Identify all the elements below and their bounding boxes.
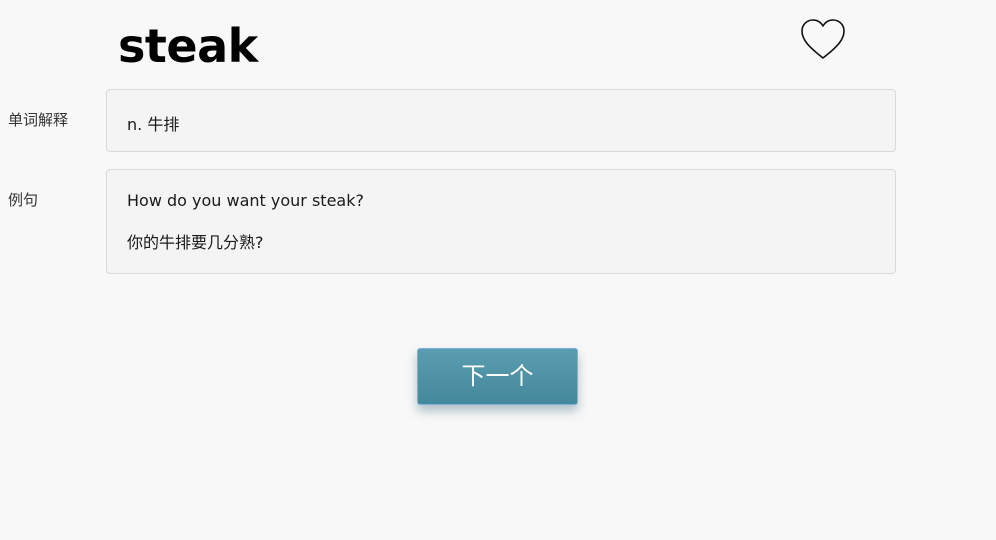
favorite-button[interactable] [799,17,847,63]
word-title: steak [118,19,258,73]
word-card-page: steak 单词解释 n. 牛排 例句 How do you want your… [0,0,996,540]
definition-box: n. 牛排 [106,89,896,152]
example-label: 例句 [8,191,39,209]
example-box: How do you want your steak? 你的牛排要几分熟? [106,169,896,274]
example-sentence-zh: 你的牛排要几分熟? [127,233,264,252]
next-button[interactable]: 下一个 [417,348,578,405]
heart-outline-icon [801,19,845,59]
definition-label: 单词解释 [8,111,69,129]
example-sentence-en: How do you want your steak? [127,191,364,210]
definition-text: n. 牛排 [127,115,180,134]
